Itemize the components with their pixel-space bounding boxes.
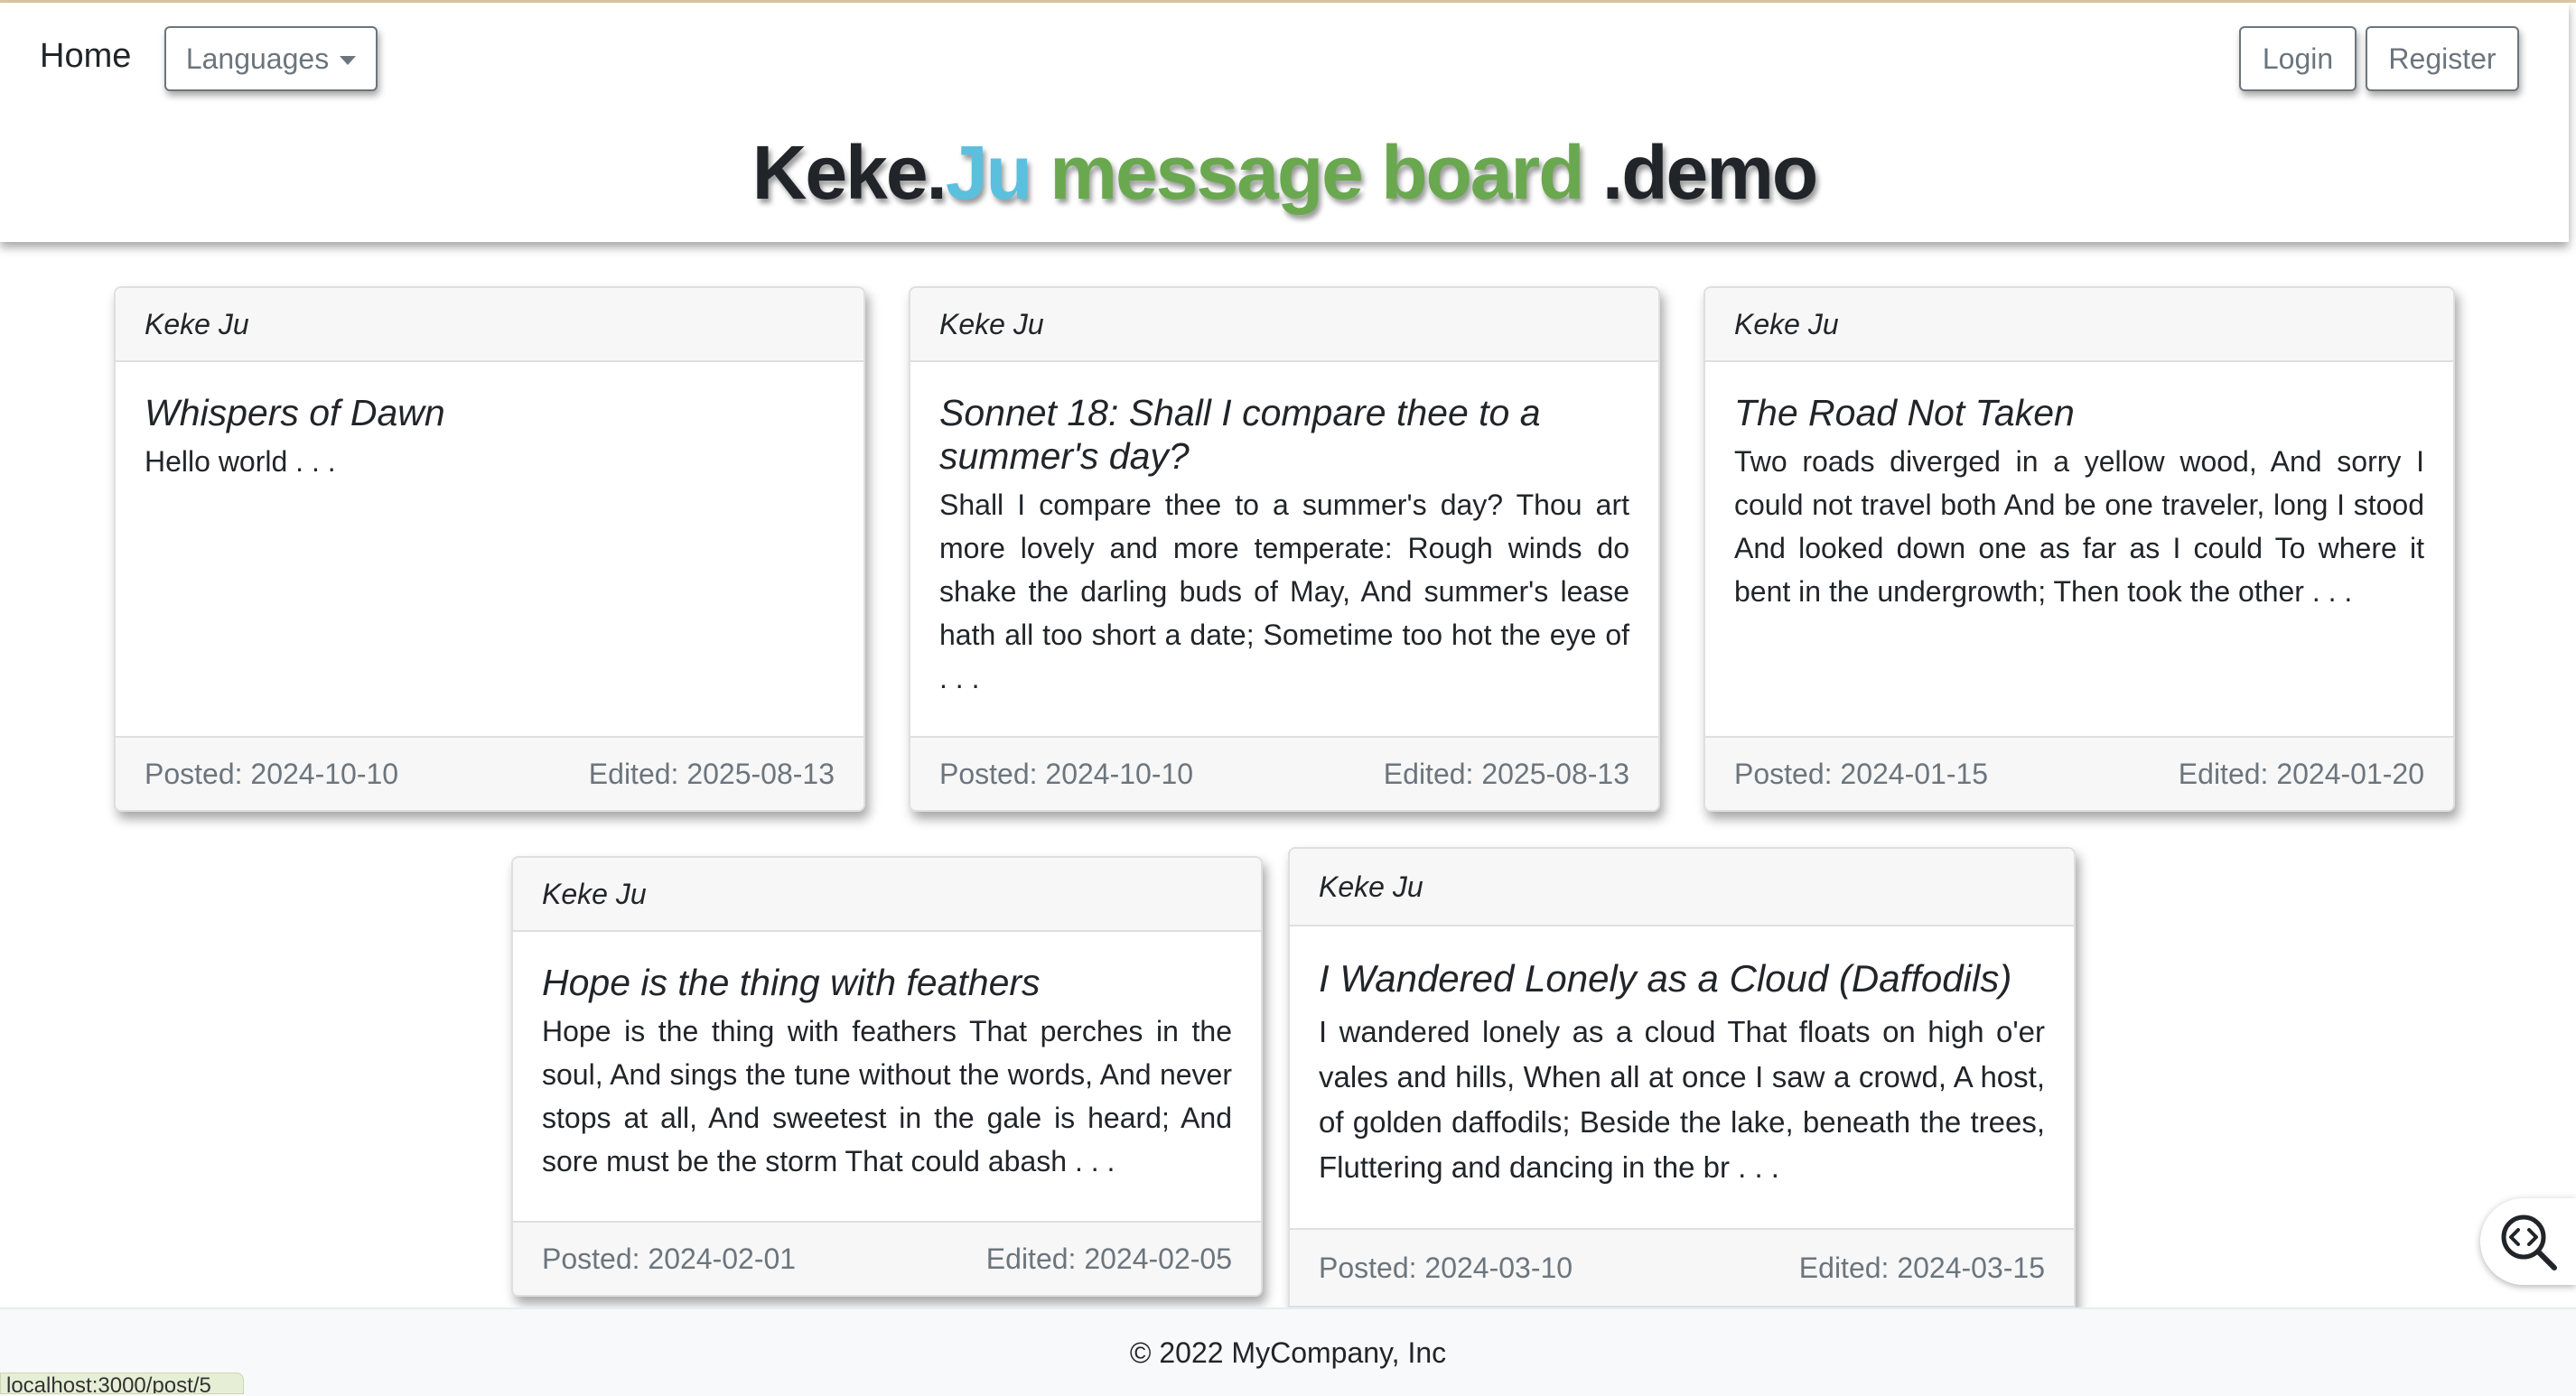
post-card[interactable]: Keke Ju Sonnet 18: Shall I compare thee …	[909, 286, 1660, 812]
post-card[interactable]: Keke Ju I Wandered Lonely as a Cloud (Da…	[1288, 847, 2076, 1308]
post-title[interactable]: I Wandered Lonely as a Cloud (Daffodils)	[1319, 957, 2045, 1000]
edited-date: Edited: 2025-08-13	[1383, 757, 1629, 790]
post-author: Keke Ju	[910, 288, 1658, 362]
post-card[interactable]: Keke Ju Hope is the thing with feathers …	[511, 856, 1263, 1297]
post-title[interactable]: Sonnet 18: Shall I compare thee to a sum…	[939, 391, 1629, 478]
site-title-part1: Keke.	[751, 130, 947, 215]
code-search-icon	[2501, 1215, 2557, 1270]
site-footer: © 2022 MyCompany, Inc	[0, 1308, 2576, 1396]
post-card[interactable]: Keke Ju The Road Not Taken Two roads div…	[1703, 286, 2455, 812]
edited-date: Edited: 2024-02-05	[985, 1242, 1232, 1275]
languages-dropdown-button[interactable]: Languages	[164, 26, 378, 91]
edited-date: Edited: 2024-01-20	[2178, 757, 2424, 790]
post-author: Keke Ju	[116, 288, 863, 362]
edited-date: Edited: 2025-08-13	[588, 757, 835, 790]
caret-down-icon	[340, 56, 357, 65]
code-search-floating-button[interactable]	[2480, 1198, 2576, 1285]
site-title-part4: .demo	[1601, 130, 1818, 215]
post-title[interactable]: The Road Not Taken	[1734, 391, 2424, 434]
site-title-part2: Ju	[945, 130, 1032, 215]
post-card[interactable]: Keke Ju Whispers of Dawn Hello world . .…	[114, 286, 865, 812]
status-bar-url: localhost:3000/post/5	[0, 1373, 244, 1394]
post-excerpt: Hello world . . .	[145, 445, 336, 478]
post-excerpt: Shall I compare thee to a summer's day? …	[939, 489, 1629, 694]
edited-date: Edited: 2024-03-15	[1798, 1251, 2045, 1284]
site-title: Keke.Ju message board .demo	[0, 129, 2569, 217]
post-author: Keke Ju	[1290, 849, 2074, 926]
post-footer: Posted: 2024-10-10 Edited: 2025-08-13	[910, 736, 1658, 810]
post-title[interactable]: Hope is the thing with feathers	[542, 961, 1232, 1004]
home-link[interactable]: Home	[40, 37, 131, 76]
post-footer: Posted: 2024-02-01 Edited: 2024-02-05	[513, 1221, 1261, 1295]
posted-date: Posted: 2024-03-10	[1319, 1251, 1573, 1284]
post-author: Keke Ju	[513, 858, 1261, 932]
post-footer: Posted: 2024-10-10 Edited: 2025-08-13	[116, 736, 863, 810]
post-excerpt: I wandered lonely as a cloud That floats…	[1319, 1015, 2045, 1184]
post-footer: Posted: 2024-01-15 Edited: 2024-01-20	[1705, 736, 2453, 810]
languages-label: Languages	[185, 42, 330, 75]
post-grid: Keke Ju Whispers of Dawn Hello world . .…	[0, 242, 2576, 1308]
posted-date: Posted: 2024-02-01	[542, 1242, 797, 1275]
site-header: Home Languages Login Register Keke.Ju me…	[0, 3, 2569, 242]
post-author: Keke Ju	[1705, 288, 2453, 362]
login-button[interactable]: Login	[2239, 26, 2357, 91]
post-excerpt: Hope is the thing with feathers That per…	[542, 1015, 1232, 1177]
copyright-text: © 2022 MyCompany, Inc	[1129, 1336, 1447, 1369]
posted-date: Posted: 2024-10-10	[145, 757, 399, 790]
post-title[interactable]: Whispers of Dawn	[145, 391, 835, 434]
posted-date: Posted: 2024-10-10	[939, 757, 1194, 790]
register-button[interactable]: Register	[2366, 26, 2519, 91]
post-footer: Posted: 2024-03-10 Edited: 2024-03-15	[1290, 1228, 2074, 1306]
posted-date: Posted: 2024-01-15	[1734, 757, 1989, 790]
post-excerpt: Two roads diverged in a yellow wood, And…	[1734, 445, 2424, 608]
site-title-part3: message board	[1050, 130, 1584, 215]
